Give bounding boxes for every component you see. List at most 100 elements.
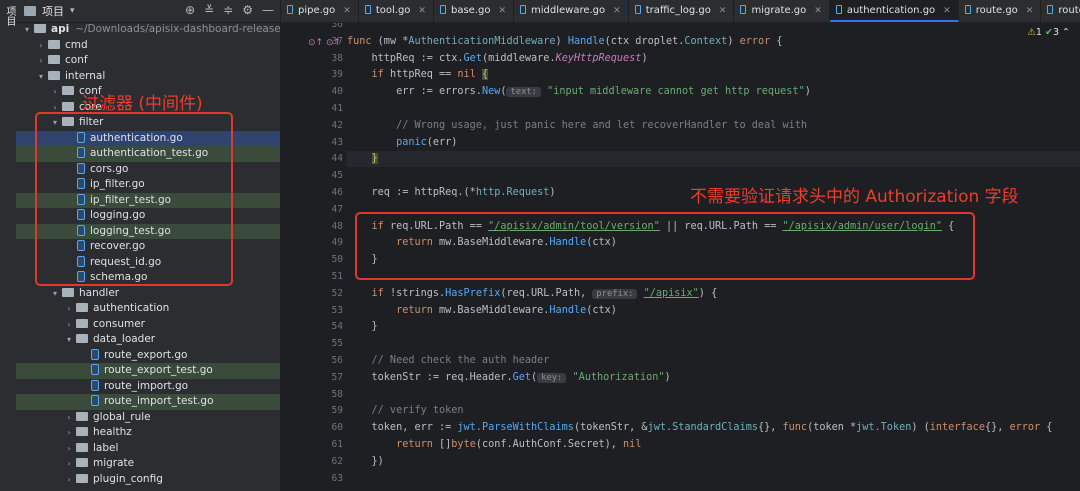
code-line[interactable]: token, err := jwt.ParseWithClaims(tokenS… <box>347 420 1053 436</box>
chevron-right-icon[interactable]: › <box>64 301 74 317</box>
code-line[interactable]: if httpReq == nil { <box>347 67 489 83</box>
editor-tab[interactable]: route_import.go✕ <box>1041 0 1080 22</box>
code-line[interactable]: // verify token <box>347 403 464 419</box>
chevron-right-icon[interactable]: › <box>50 84 60 100</box>
tree-folder-item[interactable]: ▾ internal <box>16 69 280 85</box>
tree-folder-item[interactable]: › plugin_config <box>16 472 280 488</box>
tree-file-item[interactable]: route_export.go <box>16 348 280 364</box>
close-icon[interactable]: ✕ <box>498 6 506 16</box>
expand-all-icon[interactable]: ≚ <box>204 3 214 17</box>
chevron-down-icon[interactable]: ▾ <box>70 6 75 16</box>
chevron-right-icon[interactable]: › <box>64 441 74 457</box>
close-icon[interactable]: ✕ <box>943 6 951 16</box>
line-number: 59 <box>331 405 343 417</box>
folder-icon <box>62 287 74 297</box>
tree-folder-item[interactable]: ▾ data_loader <box>16 332 280 348</box>
code-line[interactable]: } <box>347 151 1080 168</box>
tree-folder-item[interactable]: › authentication <box>16 301 280 317</box>
editor-tab[interactable]: pipe.go ✕ <box>281 0 359 22</box>
tree-folder-item[interactable]: › conf <box>16 53 280 69</box>
editor-tab[interactable]: traffic_log.go ✕ <box>629 0 735 22</box>
code-line[interactable]: tokenStr := req.Header.Get(key: "Authori… <box>347 370 671 386</box>
code-line[interactable]: httpReq := ctx.Get(middleware.KeyHttpReq… <box>347 51 648 67</box>
tree-item-label: route_import_test.go <box>104 395 214 407</box>
hide-icon[interactable]: — <box>262 3 274 17</box>
locate-icon[interactable]: ⊕ <box>185 3 195 17</box>
chevron-down-icon[interactable]: ▾ <box>64 332 74 348</box>
tab-label: base.go <box>450 5 491 16</box>
side-tool-strip[interactable]: 项目 <box>0 0 17 491</box>
tree-item-label: conf <box>65 54 88 66</box>
code-line[interactable]: return []byte(conf.AuthConf.Secret), nil <box>347 437 641 453</box>
code-token: { <box>770 35 783 47</box>
collapse-all-icon[interactable]: ≑ <box>223 3 233 17</box>
code-token: func <box>347 35 378 47</box>
chevron-down-icon[interactable]: ▾ <box>22 22 32 38</box>
code-token: // verify token <box>347 405 464 417</box>
code-token: Get <box>512 371 532 383</box>
chevron-right-icon[interactable]: › <box>36 38 46 54</box>
tree-folder-item[interactable]: ▾ handler <box>16 286 280 302</box>
gear-icon[interactable]: ⚙ <box>242 3 253 17</box>
close-icon[interactable]: ✕ <box>418 6 426 16</box>
chevron-right-icon[interactable]: › <box>64 410 74 426</box>
code-line[interactable]: panic(err) <box>347 135 457 151</box>
tree-file-item[interactable]: route_import_test.go <box>16 394 280 410</box>
close-icon[interactable]: ✕ <box>1026 6 1034 16</box>
tree-folder-item[interactable]: › migrate <box>16 456 280 472</box>
editor-tab[interactable]: route.go ✕ <box>959 0 1042 22</box>
folder-icon <box>62 86 74 95</box>
code-token: !strings. <box>389 287 446 299</box>
tree-folder-item[interactable]: ▾ api ~/Downloads/apisix-dashboard-release… <box>16 22 280 38</box>
editor-tab[interactable]: base.go ✕ <box>434 0 514 22</box>
tree-folder-item[interactable]: › label <box>16 441 280 457</box>
code-line[interactable]: }) <box>347 454 384 470</box>
line-number: 58 <box>331 388 343 400</box>
chevron-right-icon[interactable]: › <box>64 456 74 472</box>
tree-item-label: label <box>93 441 119 454</box>
tree-folder-item[interactable]: › healthz <box>16 425 280 441</box>
editor-tab[interactable]: tool.go ✕ <box>359 0 434 22</box>
project-tool-label[interactable]: 项目 <box>2 6 17 26</box>
chevron-right-icon[interactable]: › <box>64 425 74 441</box>
editor-tab[interactable]: authentication.go ✕ <box>829 0 959 22</box>
go-file-icon <box>91 379 99 391</box>
chevron-right-icon[interactable]: › <box>36 53 46 69</box>
tree-folder-item[interactable]: › global_rule <box>16 410 280 426</box>
folder-icon <box>48 39 60 49</box>
close-icon[interactable]: ✕ <box>613 6 621 16</box>
go-file-icon <box>91 395 99 406</box>
inspection-widget[interactable]: ⚠1 ✔3 ⌃ <box>1027 27 1070 38</box>
line-number: 41 <box>331 103 343 114</box>
code-line[interactable]: // Need check the auth header <box>347 353 550 369</box>
close-icon[interactable]: ✕ <box>719 6 727 16</box>
close-icon[interactable]: ✕ <box>343 6 351 16</box>
tree-file-item[interactable]: route_export_test.go <box>16 363 280 379</box>
code-token: req := httpReq.(* <box>347 187 476 198</box>
tree-folder-item[interactable]: › cmd <box>16 38 280 54</box>
chevron-right-icon[interactable]: › <box>64 317 74 333</box>
editor-tab[interactable]: migrate.go ✕ <box>734 0 830 22</box>
code-line[interactable]: return mw.BaseMiddleware.Handle(ctx) <box>347 303 617 319</box>
editor-tab[interactable]: middleware.go ✕ <box>514 0 629 22</box>
code-token: error <box>1009 422 1041 434</box>
code-line[interactable]: req := httpReq.(*http.Request) <box>347 185 556 201</box>
close-icon[interactable]: ✕ <box>814 6 822 16</box>
project-panel-title[interactable]: 项目 <box>42 3 64 19</box>
tab-label: tool.go <box>375 5 411 16</box>
code-token: } <box>347 321 378 333</box>
code-line[interactable]: // Wrong usage, just panic here and let … <box>347 118 807 134</box>
chevron-right-icon[interactable]: › <box>64 472 74 488</box>
line-number: 43 <box>331 136 343 148</box>
tree-folder-item[interactable]: › consumer <box>16 317 280 333</box>
code-line[interactable]: } <box>347 319 378 335</box>
code-line[interactable]: err := errors.New(text: "input middlewar… <box>347 84 811 100</box>
chevron-down-icon[interactable]: ▾ <box>36 69 46 85</box>
code-line[interactable]: func (mw *AuthenticationMiddleware) Hand… <box>347 34 783 50</box>
chevron-down-icon[interactable]: ▾ <box>50 286 60 302</box>
code-token: (token * <box>807 422 857 434</box>
code-token: { <box>481 69 489 81</box>
line-number: 60 <box>331 422 343 434</box>
tree-file-item[interactable]: route_import.go <box>16 379 280 395</box>
code-line[interactable]: if !strings.HasPrefix(req.URL.Path, pref… <box>347 286 717 302</box>
